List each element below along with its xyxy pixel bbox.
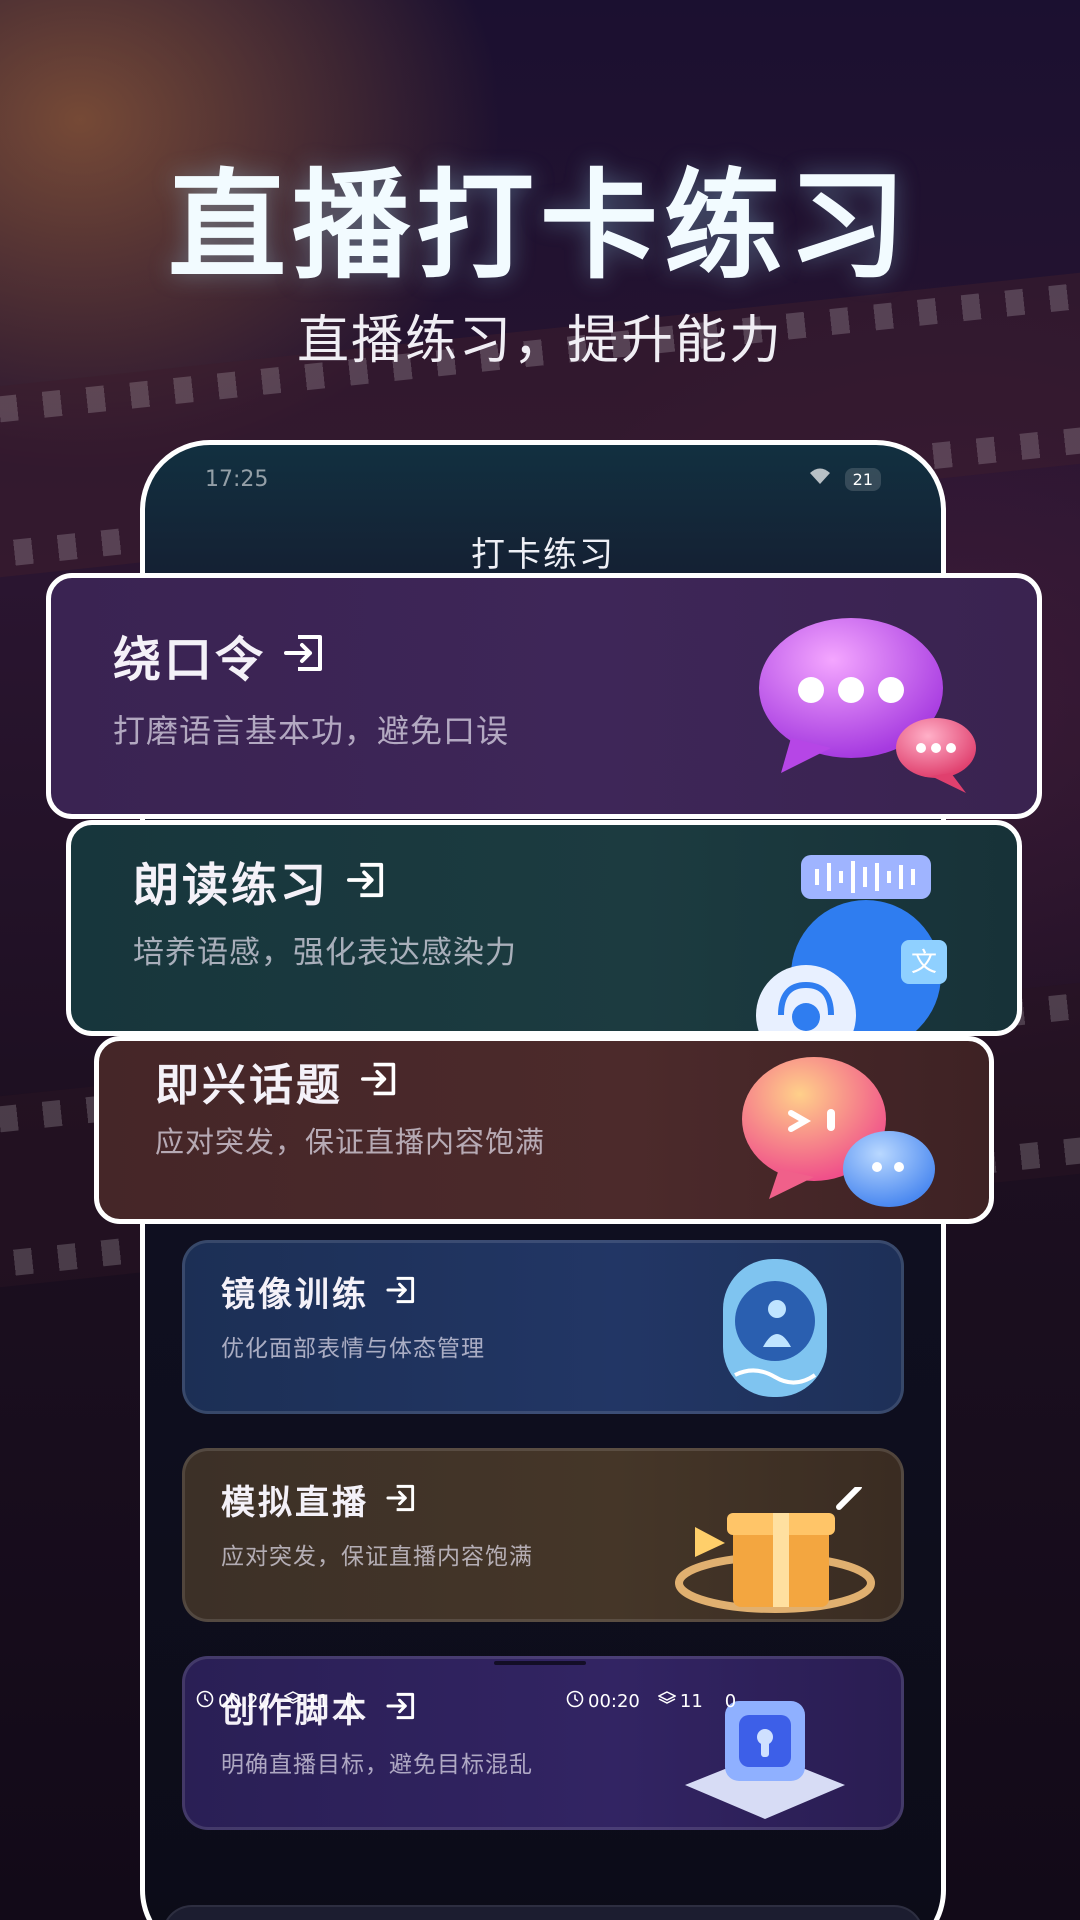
card-tongue-twister[interactable]: 绕口令 打磨语言基本功，避免口误: [46, 573, 1042, 819]
card-mirror-training[interactable]: 镜像训练 优化面部表情与体态管理: [182, 1240, 904, 1414]
status-time: 17:25: [205, 466, 269, 492]
clock-icon: [196, 1690, 214, 1713]
mirror-icon: [723, 1259, 827, 1397]
layer-count: 11: [305, 1691, 329, 1712]
card-desc: 应对突发，保证直播内容饱满: [155, 1125, 546, 1159]
headset-audio-icon: 文: [756, 855, 947, 1031]
overlay-left: 00:20 11 0: [196, 1690, 356, 1713]
enter-icon: [359, 1061, 399, 1101]
enter-icon: [282, 633, 326, 677]
layers-icon: [283, 1691, 303, 1712]
recording-overlay: 00:20 11 0 00:20 11 0: [0, 1690, 1080, 1714]
card-improv-topic[interactable]: 即兴话题 应对突发，保证直播内容饱满: [94, 1036, 994, 1224]
card-title: 模拟直播: [221, 1483, 369, 1523]
card-title: 即兴话题: [155, 1060, 343, 1111]
status-bar: 17:25 21: [205, 459, 881, 499]
battery-indicator: 21: [844, 467, 881, 491]
partial-card: [162, 1905, 924, 1920]
enter-icon: [345, 861, 387, 903]
page-title: 打卡练习: [471, 535, 615, 575]
enter-icon: [385, 1483, 417, 1517]
hero-subtitle: 直播练习，提升能力: [296, 311, 783, 371]
card-script-creation[interactable]: 创作脚本 明确直播目标，避免目标混乱: [182, 1656, 904, 1830]
card-mock-live[interactable]: 模拟直播 应对突发，保证直播内容饱满: [182, 1448, 904, 1622]
zero-count: 0: [344, 1691, 357, 1712]
timer-text: 00:20: [218, 1691, 270, 1712]
emoji-bubbles-icon: [742, 1057, 935, 1207]
zero-count: 0: [724, 1691, 737, 1712]
card-desc: 明确直播目标，避免目标混乱: [221, 1752, 533, 1778]
drag-handle[interactable]: [494, 1661, 586, 1665]
overlay-right: 00:20 11 0: [566, 1690, 736, 1713]
card-title: 绕口令: [113, 632, 267, 688]
chat-bubbles-icon: [759, 618, 976, 793]
layer-count: 11: [679, 1691, 703, 1712]
timer-text: 00:20: [588, 1691, 640, 1712]
gift-box-icon: [675, 1487, 875, 1613]
card-desc: 打磨语言基本功，避免口误: [113, 712, 510, 750]
card-desc: 优化面部表情与体态管理: [221, 1336, 485, 1362]
card-title: 朗读练习: [133, 858, 329, 912]
card-desc: 培养语感，强化表达感染力: [133, 935, 517, 971]
card-reading-practice[interactable]: 朗读练习 培养语感，强化表达感染力 文: [66, 820, 1022, 1036]
hero-title: 直播打卡练习: [167, 157, 912, 295]
wifi-icon: [807, 466, 833, 492]
clock-icon: [566, 1690, 584, 1713]
svg-text:文: 文: [911, 948, 937, 978]
layers-icon: [657, 1691, 677, 1712]
enter-icon: [385, 1275, 417, 1309]
card-title: 镜像训练: [221, 1275, 369, 1315]
card-desc: 应对突发，保证直播内容饱满: [221, 1544, 533, 1570]
